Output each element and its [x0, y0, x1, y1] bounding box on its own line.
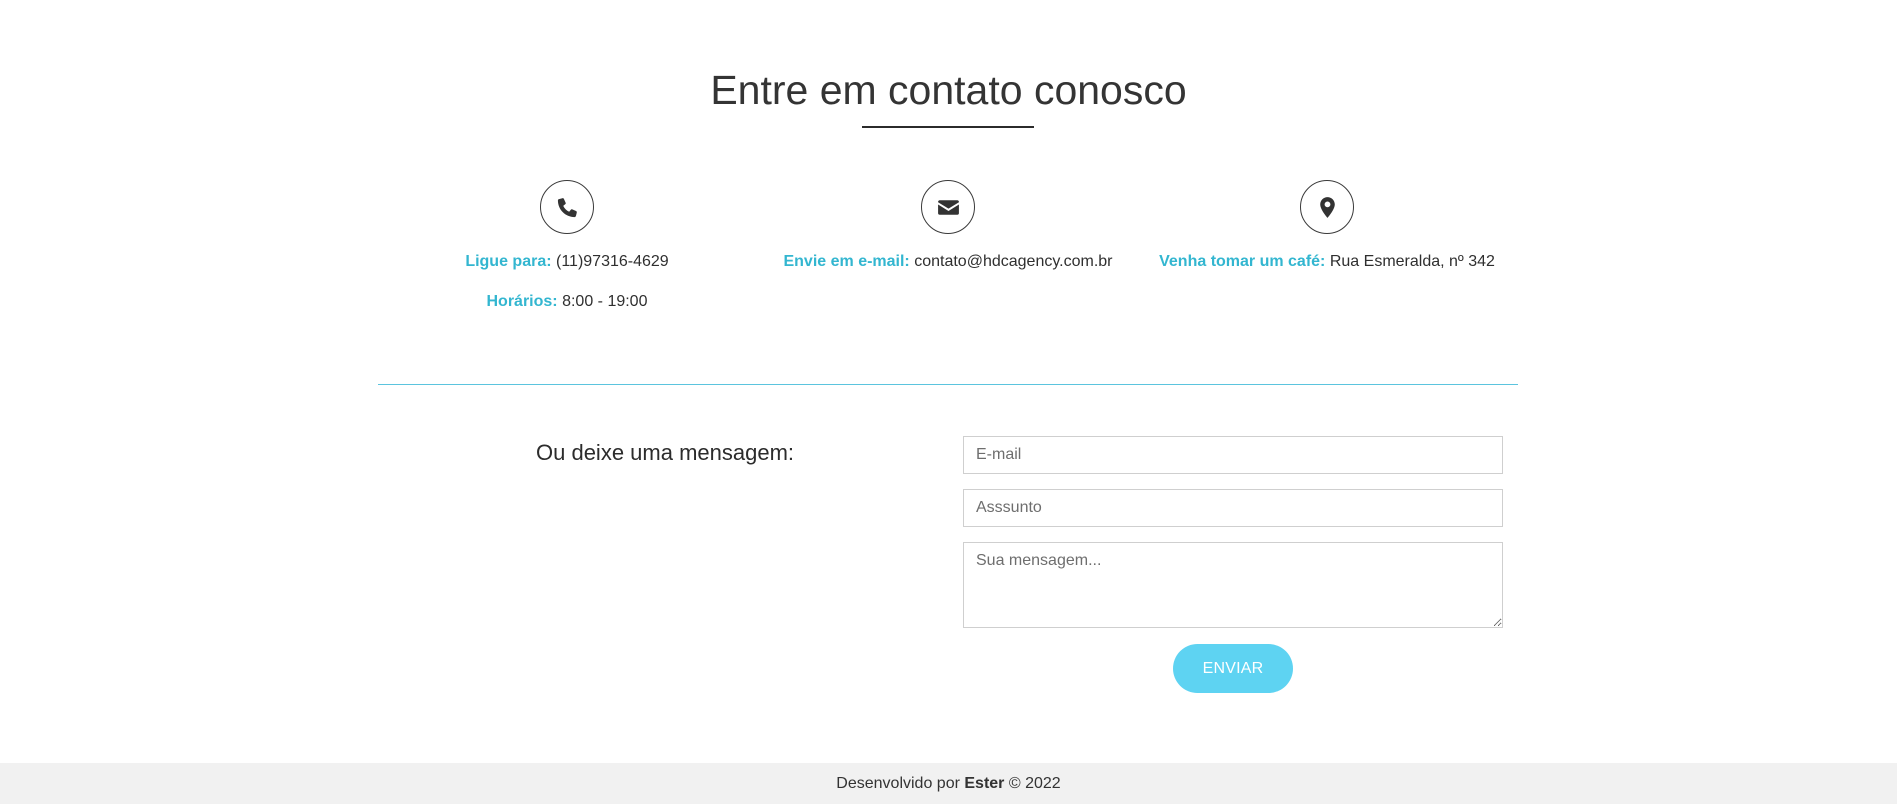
address-line: Venha tomar um café: Rua Esmeralda, nº 3… — [1127, 252, 1527, 272]
footer-author: Ester — [964, 775, 1005, 792]
map-marker-icon — [1300, 180, 1354, 234]
section-divider — [378, 384, 1518, 385]
phone-line: Ligue para: (11)97316-4629 — [367, 252, 767, 272]
message-textarea[interactable] — [963, 542, 1503, 628]
footer-copyright: © 2022 — [1008, 775, 1061, 792]
message-prompt: Ou deixe uma mensagem: — [536, 440, 795, 465]
hours-label: Horários: — [486, 293, 558, 310]
hours-line: Horários: 8:00 - 19:00 — [367, 292, 767, 312]
subject-input[interactable] — [963, 489, 1503, 527]
email-label: Envie em e-mail: — [783, 253, 910, 270]
footer: Desenvolvido por Ester © 2022 — [0, 763, 1897, 804]
address-info: Venha tomar um café: Rua Esmeralda, nº 3… — [1127, 180, 1527, 272]
email-line: Envie em e-mail: contato@hdcagency.com.b… — [748, 252, 1148, 272]
phone-number: (11)97316-4629 — [556, 253, 669, 270]
address-label: Venha tomar um café: — [1159, 253, 1326, 270]
footer-prefix: Desenvolvido por — [836, 775, 960, 792]
phone-info: Ligue para: (11)97316-4629 Horários: 8:0… — [367, 180, 767, 312]
send-button[interactable]: ENVIAR — [1173, 644, 1293, 693]
phone-icon — [540, 180, 594, 234]
address-value: Rua Esmeralda, nº 342 — [1329, 253, 1495, 270]
hours-value: 8:00 - 19:00 — [562, 293, 648, 310]
title-underline — [862, 126, 1034, 128]
page-title: Entre em contato conosco — [710, 67, 1187, 113]
phone-label: Ligue para: — [465, 253, 552, 270]
envelope-icon — [921, 180, 975, 234]
email-address: contato@hdcagency.com.br — [914, 253, 1113, 270]
email-info: Envie em e-mail: contato@hdcagency.com.b… — [748, 180, 1148, 272]
email-input[interactable] — [963, 436, 1503, 474]
